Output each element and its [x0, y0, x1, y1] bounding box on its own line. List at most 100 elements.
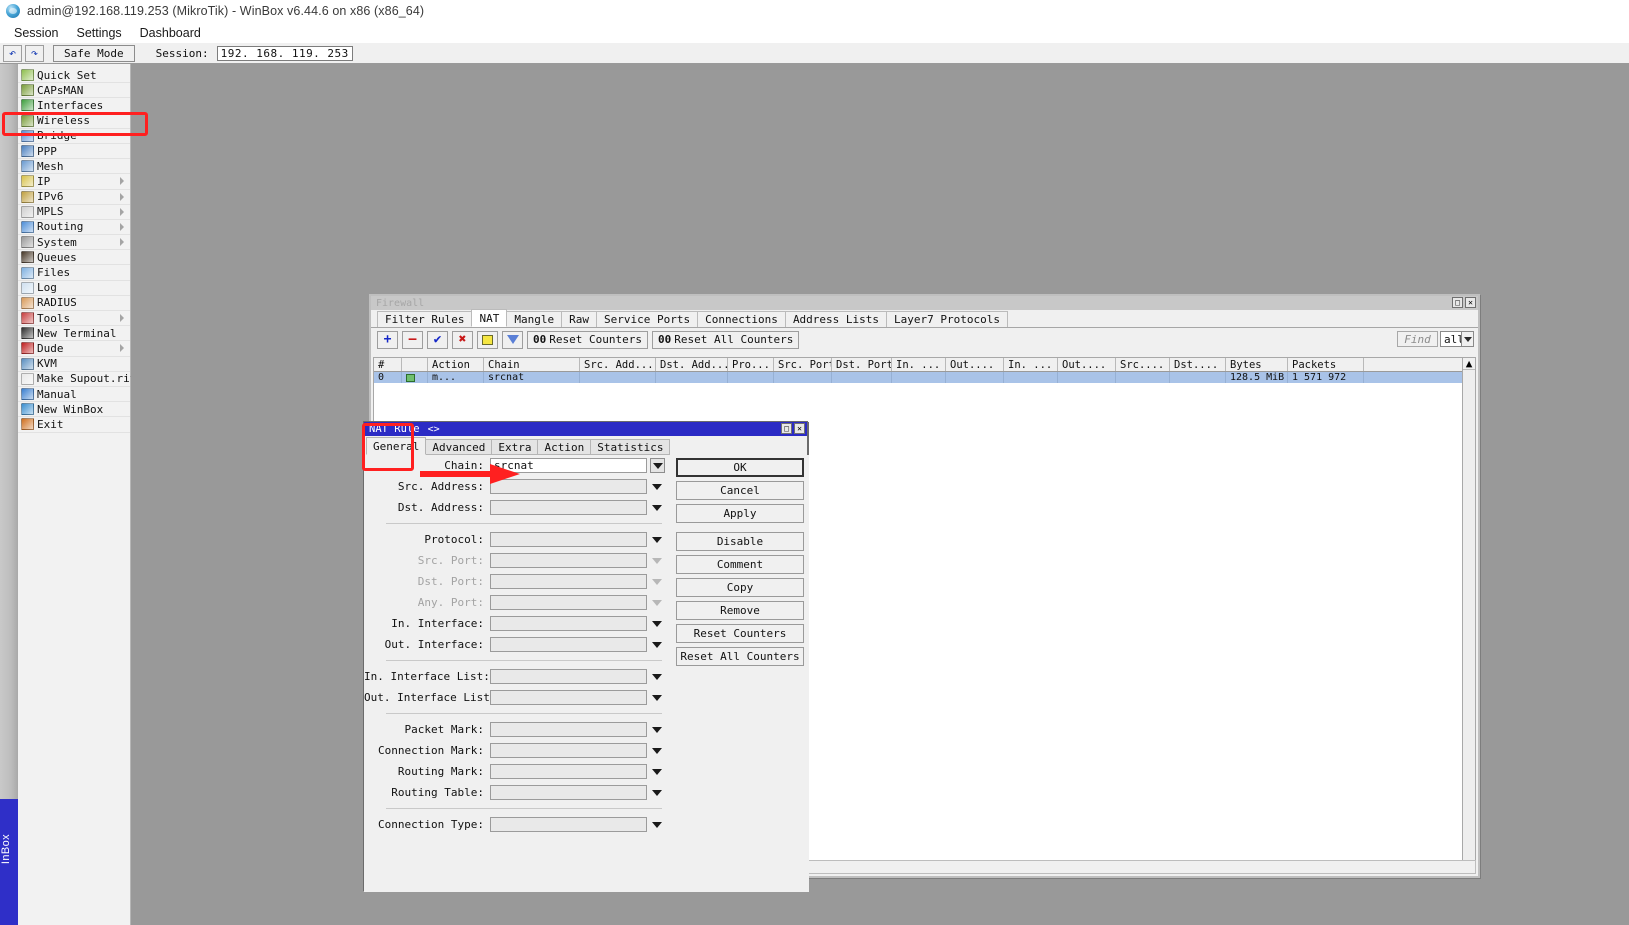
reset-all-counters-button[interactable]: 00 Reset All Counters: [651, 330, 800, 349]
filter-funnel-icon[interactable]: [502, 330, 523, 349]
chevron-down-icon[interactable]: [650, 500, 664, 515]
sidebar-item-ppp[interactable]: PPP: [18, 144, 130, 160]
sidebar-item-mpls[interactable]: MPLS: [18, 205, 130, 220]
firewall-maximize-icon[interactable]: □: [1452, 297, 1463, 308]
chevron-down-icon[interactable]: [650, 616, 664, 631]
nat-table-column-header[interactable]: [402, 358, 428, 371]
nat-table-column-header[interactable]: Src. Port: [774, 358, 832, 371]
nat-table-column-header[interactable]: Dst....: [1170, 358, 1226, 371]
nat-table-column-header[interactable]: Dst. Port: [832, 358, 892, 371]
firewall-titlebar[interactable]: Firewall □ ✕: [371, 296, 1478, 310]
chevron-down-icon[interactable]: [650, 458, 665, 473]
chevron-down-icon[interactable]: [650, 817, 664, 832]
chevron-down-icon[interactable]: [650, 637, 664, 652]
input-routing-table[interactable]: [490, 785, 647, 800]
nat-rule-maximize-icon[interactable]: □: [781, 423, 792, 434]
safe-mode-button[interactable]: Safe Mode: [53, 44, 135, 62]
nat-table-column-header[interactable]: Pro...: [728, 358, 774, 371]
chevron-down-icon[interactable]: [1461, 331, 1474, 347]
input-dst-address[interactable]: [490, 500, 647, 515]
copy-button[interactable]: Copy: [676, 578, 804, 597]
nat-rule-tab-general[interactable]: General: [366, 437, 427, 455]
reset-counters-button[interactable]: 00 Reset Counters: [527, 330, 648, 349]
firewall-tab-raw[interactable]: Raw: [561, 311, 597, 327]
apply-button[interactable]: Apply: [676, 504, 804, 523]
sidebar-item-manual[interactable]: Manual: [18, 387, 130, 403]
chevron-down-icon[interactable]: [650, 764, 664, 779]
sidebar-item-tools[interactable]: Tools: [18, 311, 130, 327]
chevron-down-icon[interactable]: [650, 690, 664, 705]
menu-item-settings[interactable]: Settings: [67, 25, 130, 41]
input-routing-mark[interactable]: [490, 764, 647, 779]
sidebar-item-new-terminal[interactable]: New Terminal: [18, 326, 130, 342]
sidebar-item-ipv6[interactable]: IPv6: [18, 190, 130, 205]
chevron-down-icon[interactable]: [650, 743, 664, 758]
input-connection-mark[interactable]: [490, 743, 647, 758]
nat-table-column-header[interactable]: Src. Add...: [580, 358, 656, 371]
input-src-address[interactable]: [490, 479, 647, 494]
nat-table-column-header[interactable]: #: [374, 358, 402, 371]
sidebar-item-radius[interactable]: RADIUS: [18, 296, 130, 311]
sidebar-item-new-winbox[interactable]: New WinBox: [18, 402, 130, 418]
nat-table-column-header[interactable]: Chain: [484, 358, 580, 371]
find-input[interactable]: Find: [1397, 331, 1438, 347]
sidebar-item-kvm[interactable]: KVM: [18, 357, 130, 372]
input-in-interface-list[interactable]: [490, 669, 647, 684]
input-out-interface[interactable]: [490, 637, 647, 652]
firewall-tab-filter-rules[interactable]: Filter Rules: [377, 311, 473, 327]
minus-icon[interactable]: –: [402, 330, 423, 349]
cross-icon[interactable]: ✖: [452, 330, 473, 349]
disable-button[interactable]: Disable: [676, 532, 804, 551]
firewall-tab-connections[interactable]: Connections: [697, 311, 786, 327]
sidebar-item-exit[interactable]: Exit: [18, 417, 130, 433]
nat-table-column-header[interactable]: Out....: [946, 358, 1004, 371]
input-protocol[interactable]: [490, 532, 647, 547]
firewall-tab-nat[interactable]: NAT: [471, 309, 508, 327]
input-packet-mark[interactable]: [490, 722, 647, 737]
sidebar-item-log[interactable]: Log: [18, 281, 130, 296]
scroll-up-icon[interactable]: ▲: [1463, 357, 1475, 370]
chevron-down-icon[interactable]: [650, 669, 664, 684]
nat-rule-tab-extra[interactable]: Extra: [491, 439, 539, 455]
chevron-down-icon[interactable]: [650, 532, 664, 547]
sidebar-item-system[interactable]: System: [18, 235, 130, 251]
sidebar-item-routing[interactable]: Routing: [18, 220, 130, 236]
sidebar-item-make-supout-rif[interactable]: Make Supout.rif: [18, 372, 136, 387]
nat-table-column-header[interactable]: Action: [428, 358, 484, 371]
nat-rule-tab-statistics[interactable]: Statistics: [590, 439, 671, 455]
nat-table-vertical-scrollbar[interactable]: ▲: [1462, 357, 1476, 862]
chevron-down-icon[interactable]: [650, 479, 664, 494]
firewall-close-icon[interactable]: ✕: [1465, 297, 1476, 308]
remove-button[interactable]: Remove: [676, 601, 804, 620]
nat-rule-titlebar[interactable]: NAT Rule <> □ ✕: [364, 422, 807, 436]
table-row[interactable]: 0 m... srcnat 128.5 MiB 1 571 972: [374, 372, 1475, 383]
plus-icon[interactable]: +: [377, 330, 398, 349]
sidebar-item-quick-set[interactable]: Quick Set: [18, 68, 130, 84]
firewall-tab-layer7-protocols[interactable]: Layer7 Protocols: [886, 311, 1008, 327]
chevron-down-icon[interactable]: [650, 722, 664, 737]
sidebar-item-dude[interactable]: Dude: [18, 341, 130, 357]
nat-table-column-header[interactable]: In. ...: [892, 358, 946, 371]
input-in-interface[interactable]: [490, 616, 647, 631]
input-out-interface-list[interactable]: [490, 690, 647, 705]
comment-button[interactable]: Comment: [676, 555, 804, 574]
input-chain[interactable]: srcnat: [490, 458, 647, 473]
firewall-tab-service-ports[interactable]: Service Ports: [595, 311, 699, 327]
menu-item-session[interactable]: Session: [5, 25, 67, 41]
nat-table-column-header[interactable]: Src....: [1116, 358, 1170, 371]
chevron-down-icon[interactable]: [650, 785, 664, 800]
nat-table-column-header[interactable]: In. ...: [1004, 358, 1058, 371]
sidebar-item-interfaces[interactable]: Interfaces: [18, 98, 130, 114]
comment-note-icon[interactable]: [477, 330, 498, 349]
nat-rule-tab-action[interactable]: Action: [537, 439, 592, 455]
session-input[interactable]: 192. 168. 119. 253: [216, 45, 353, 61]
nat-table-column-header[interactable]: Out....: [1058, 358, 1116, 371]
ok-button[interactable]: OK: [676, 458, 804, 477]
nat-table-column-header[interactable]: Packets: [1288, 358, 1364, 371]
undo-arrow-icon[interactable]: ↶: [3, 44, 22, 62]
sidebar-item-bridge[interactable]: Bridge: [18, 129, 130, 144]
sidebar-item-files[interactable]: Files: [18, 265, 130, 281]
redo-arrow-icon[interactable]: ↷: [25, 44, 44, 62]
sidebar-item-mesh[interactable]: Mesh: [18, 159, 130, 175]
nat-rule-tab-advanced[interactable]: Advanced: [425, 439, 493, 455]
